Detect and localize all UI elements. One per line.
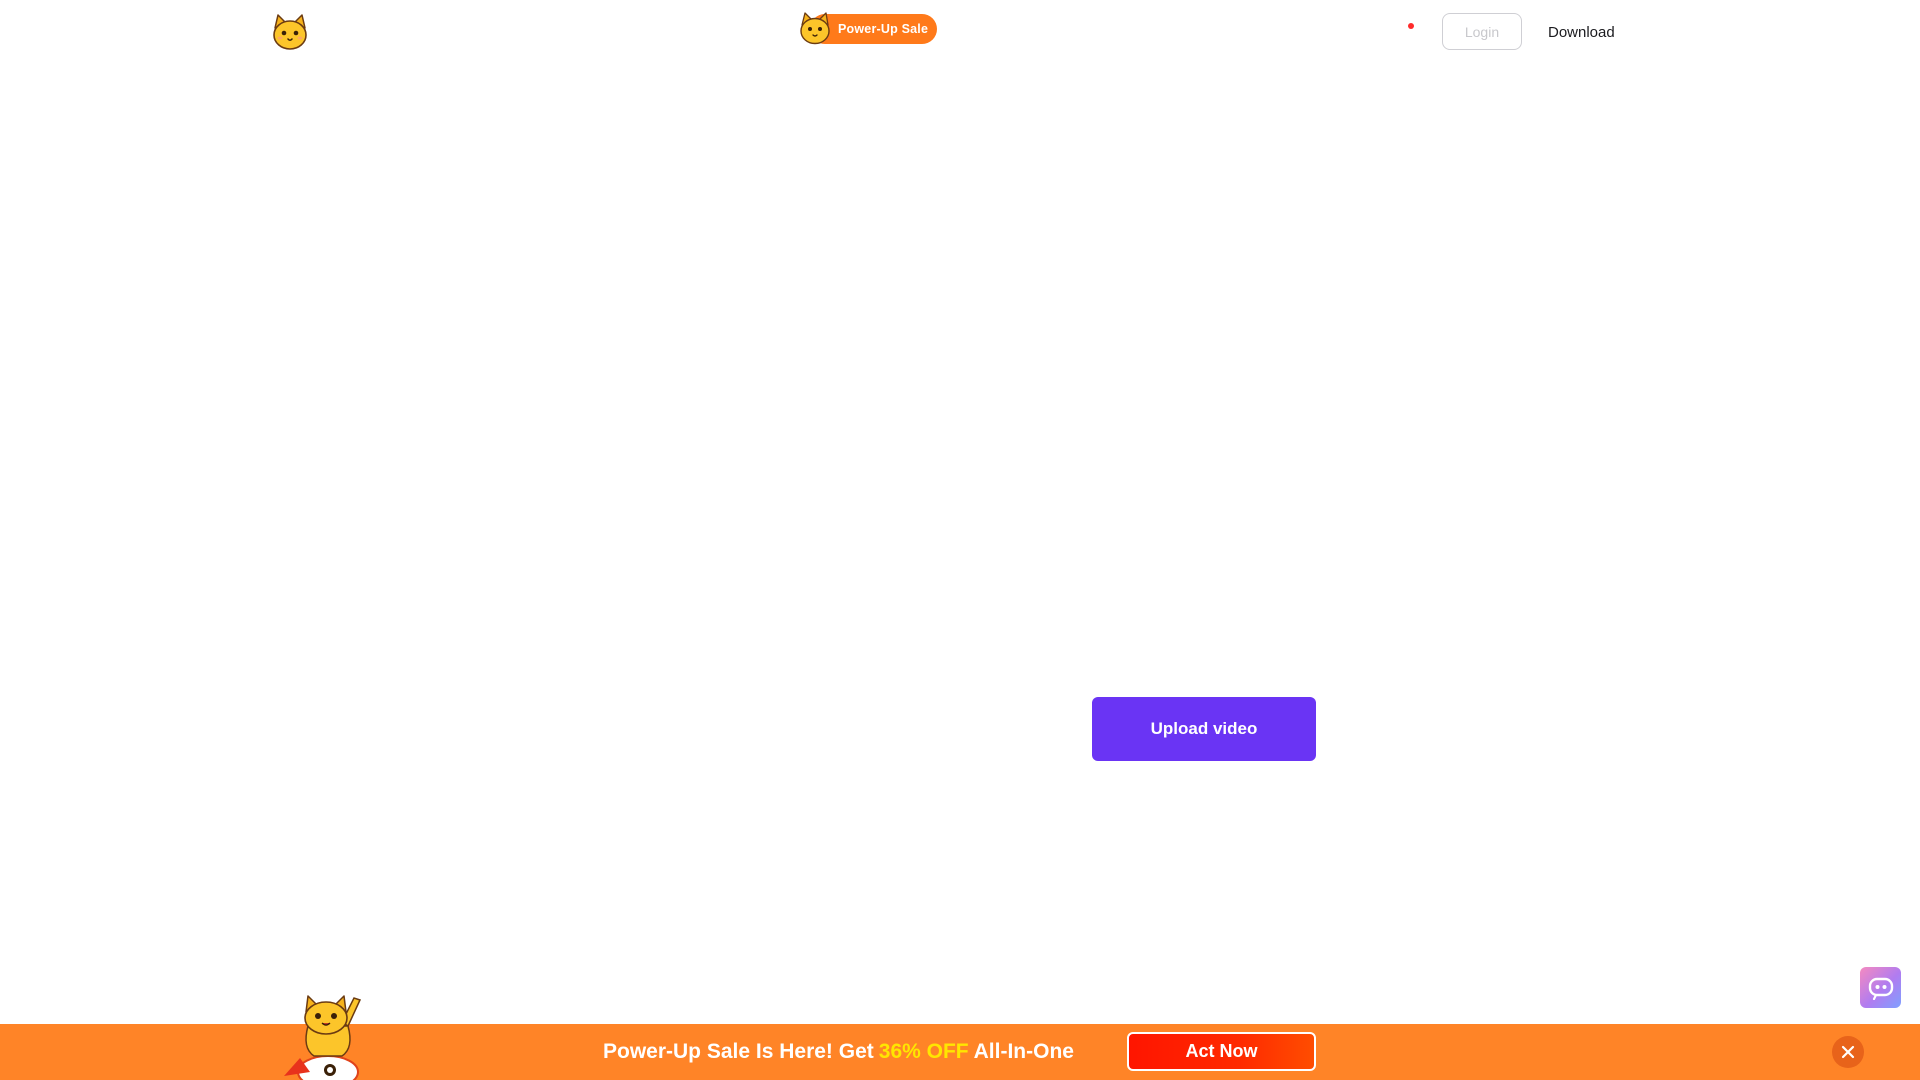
cat-mascot-icon <box>798 11 834 47</box>
robot-assistant-icon[interactable] <box>1860 967 1901 1008</box>
page: Power-Up Sale Login Download Upload vide… <box>0 0 1920 1080</box>
promo-banner-message: Power-Up Sale Is Here! Get 36% OFF All-I… <box>603 1024 1074 1080</box>
login-button[interactable]: Login <box>1442 13 1522 50</box>
power-up-sale-pill[interactable]: Power-Up Sale <box>798 11 938 47</box>
act-now-button[interactable]: Act Now <box>1127 1032 1316 1071</box>
cat-logo-icon[interactable] <box>270 12 310 52</box>
top-nav: Power-Up Sale Login Download <box>0 0 1920 64</box>
close-icon[interactable] <box>1832 1036 1864 1068</box>
promo-text-after: All-In-One <box>973 1040 1074 1063</box>
upload-video-button[interactable]: Upload video <box>1092 697 1316 761</box>
rocket-cat-mascot-icon <box>278 992 374 1080</box>
download-link[interactable]: Download <box>1548 21 1615 43</box>
promo-discount-highlight: 36% OFF <box>878 1040 969 1063</box>
notification-dot <box>1408 23 1414 29</box>
promo-text-before: Power-Up Sale Is Here! Get <box>603 1040 874 1063</box>
